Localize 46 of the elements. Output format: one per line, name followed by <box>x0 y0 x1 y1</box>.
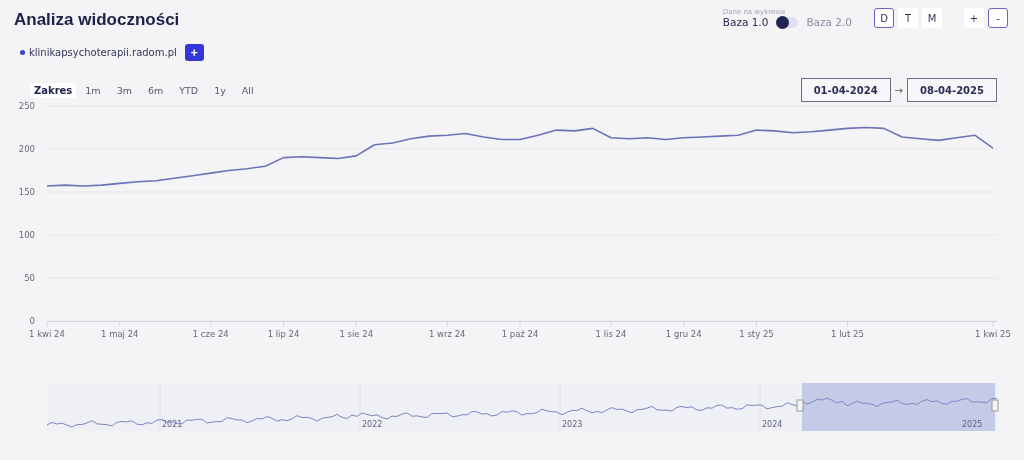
range-option[interactable]: YTD <box>172 84 206 96</box>
year-label: 2024 <box>762 420 783 429</box>
granularity-button[interactable]: T <box>898 8 918 28</box>
x-tick-label: 1 lis 24 <box>595 329 627 339</box>
start-date-field[interactable]: 01-04-2024 <box>800 78 891 102</box>
year-label: 2023 <box>562 420 583 429</box>
y-tick-label: 250 <box>18 101 35 111</box>
date-arrow: → <box>894 84 903 96</box>
source-toggle[interactable] <box>776 16 799 28</box>
source-option[interactable]: Baza 1.0 <box>722 16 769 28</box>
x-tick-label: 1 kwi 25 <box>975 329 1011 339</box>
zoom-button[interactable]: - <box>988 8 1008 28</box>
x-tick-label: 1 lut 25 <box>831 329 864 339</box>
year-label: 2025 <box>962 420 983 429</box>
x-tick-label: 1 maj 24 <box>101 329 139 339</box>
year-label: 2021 <box>162 420 183 429</box>
range-handle[interactable] <box>796 399 804 412</box>
granularity-button[interactable]: M <box>922 8 942 28</box>
x-tick-label: 1 sty 25 <box>739 329 774 339</box>
y-tick-label: 150 <box>18 187 35 197</box>
end-date-field[interactable]: 08-04-2025 <box>907 78 997 102</box>
range-handle[interactable] <box>991 399 999 412</box>
y-tick-label: 50 <box>24 273 35 283</box>
x-tick-label: 1 paź 24 <box>501 329 539 339</box>
domain-label: klinikapsychoterapii.radom.pl <box>29 47 177 58</box>
x-tick-label: 1 cze 24 <box>192 329 229 339</box>
range-option[interactable]: 1y <box>207 84 233 96</box>
add-domain-button[interactable]: + <box>184 44 204 61</box>
selection-window[interactable] <box>802 383 995 431</box>
y-tick-label: 0 <box>29 316 35 326</box>
x-tick-label: 1 gru 24 <box>665 329 702 339</box>
x-tick-label: 1 lip 24 <box>267 329 300 339</box>
page-title: Analiza widoczności <box>14 10 180 30</box>
x-tick-label: 1 kwi 24 <box>29 329 65 339</box>
x-tick-label: 1 wrz 24 <box>428 329 466 339</box>
granularity-button[interactable]: D <box>874 8 894 28</box>
range-option[interactable]: 6m <box>140 84 171 96</box>
range-option[interactable]: 1m <box>78 84 108 96</box>
year-label: 2022 <box>362 420 383 429</box>
range-option[interactable]: 3m <box>109 84 139 96</box>
y-tick-label: 200 <box>18 144 35 154</box>
x-tick-label: 1 sie 24 <box>339 329 374 339</box>
range-option[interactable]: All <box>234 84 261 96</box>
y-tick-label: 100 <box>18 230 35 240</box>
range-label: Zakres <box>30 82 77 98</box>
zoom-button[interactable]: + <box>964 8 984 28</box>
